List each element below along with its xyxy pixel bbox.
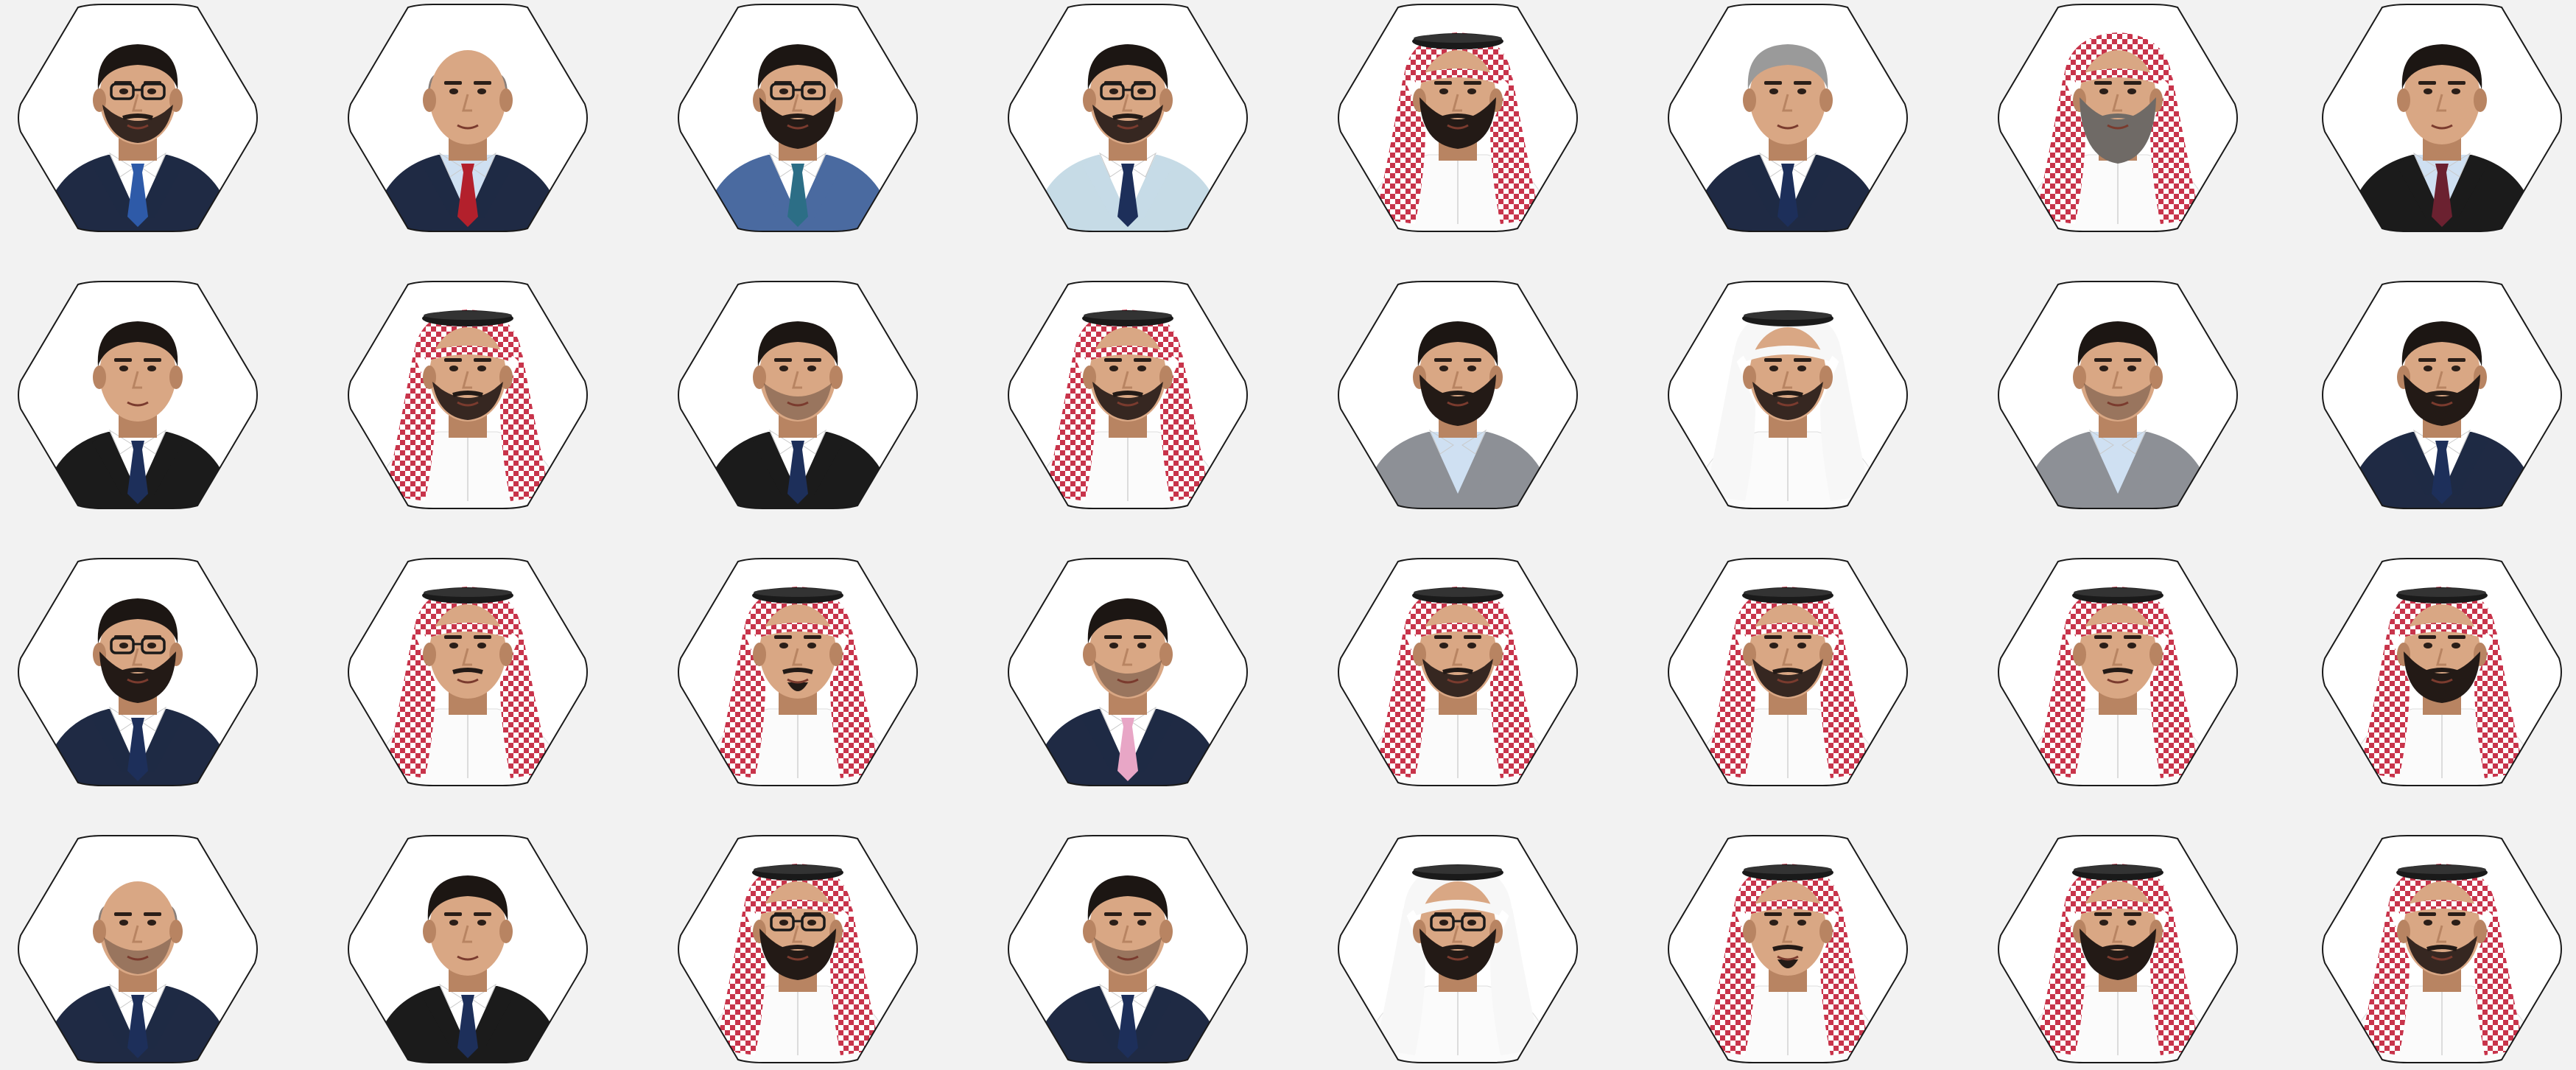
team-member-portrait: [1663, 557, 1912, 787]
team-member-portrait: [1003, 557, 1252, 787]
team-member-portrait: [13, 3, 262, 233]
portrait-hexagon-frame: [678, 281, 918, 509]
team-member-portrait: [2317, 3, 2566, 233]
portrait-hexagon-frame: [2322, 4, 2562, 232]
team-member-portrait: [13, 557, 262, 787]
team-member-portrait: [1993, 3, 2242, 233]
portrait-hexagon-frame: [2322, 835, 2562, 1063]
team-member-portrait: [343, 557, 592, 787]
portrait-hexagon-frame: [1338, 558, 1578, 786]
portrait-hexagon-frame: [1338, 4, 1578, 232]
team-member-portrait: [13, 280, 262, 510]
team-member-portrait: [2317, 557, 2566, 787]
portrait-hexagon-frame: [1668, 835, 1908, 1063]
team-member-portrait: [1993, 280, 2242, 510]
portrait-hexagon-frame: [1008, 835, 1248, 1063]
portrait-hexagon-frame: [2322, 558, 2562, 786]
team-member-portrait: [1333, 280, 1582, 510]
portrait-hexagon-frame: [1338, 281, 1578, 509]
portrait-hexagon-frame: [1998, 4, 2238, 232]
team-member-portrait: [1993, 557, 2242, 787]
portrait-hexagon-frame: [1668, 558, 1908, 786]
portrait-hexagon-frame: [18, 4, 258, 232]
portrait-hexagon-frame: [348, 4, 588, 232]
team-member-portrait: [673, 557, 922, 787]
team-member-portrait: [1333, 834, 1582, 1064]
portrait-hexagon-frame: [18, 281, 258, 509]
portrait-hexagon-frame: [1998, 558, 2238, 786]
team-member-portrait: [1663, 280, 1912, 510]
portrait-hexagon-frame: [1998, 281, 2238, 509]
team-member-portrait: [2317, 280, 2566, 510]
portrait-hexagon-frame: [2322, 281, 2562, 509]
portrait-hexagon-frame: [1008, 4, 1248, 232]
portrait-hexagon-frame: [1998, 835, 2238, 1063]
portrait-hexagon-frame: [18, 558, 258, 786]
portrait-grid: [0, 0, 2576, 1070]
portrait-hexagon-frame: [1338, 835, 1578, 1063]
portrait-hexagon-frame: [18, 835, 258, 1063]
portrait-hexagon-frame: [348, 558, 588, 786]
team-member-portrait: [343, 834, 592, 1064]
team-member-portrait: [1663, 3, 1912, 233]
team-member-portrait: [1333, 557, 1582, 787]
team-member-portrait: [2317, 834, 2566, 1064]
team-member-portrait: [673, 3, 922, 233]
portrait-hexagon-frame: [1008, 558, 1248, 786]
portrait-hexagon-frame: [678, 835, 918, 1063]
portrait-hexagon-frame: [1668, 4, 1908, 232]
team-member-portrait: [343, 3, 592, 233]
team-member-portrait: [673, 280, 922, 510]
team-member-portrait: [1993, 834, 2242, 1064]
team-member-portrait: [343, 280, 592, 510]
team-member-portrait: [1003, 280, 1252, 510]
portrait-hexagon-frame: [348, 281, 588, 509]
team-member-portrait: [1003, 834, 1252, 1064]
team-member-portrait: [1663, 834, 1912, 1064]
team-member-portrait: [1003, 3, 1252, 233]
portrait-hexagon-frame: [678, 4, 918, 232]
team-member-portrait: [13, 834, 262, 1064]
portrait-hexagon-frame: [1008, 281, 1248, 509]
portrait-hexagon-frame: [348, 835, 588, 1063]
team-member-portrait: [673, 834, 922, 1064]
team-member-portrait: [1333, 3, 1582, 233]
portrait-hexagon-frame: [1668, 281, 1908, 509]
portrait-hexagon-frame: [678, 558, 918, 786]
